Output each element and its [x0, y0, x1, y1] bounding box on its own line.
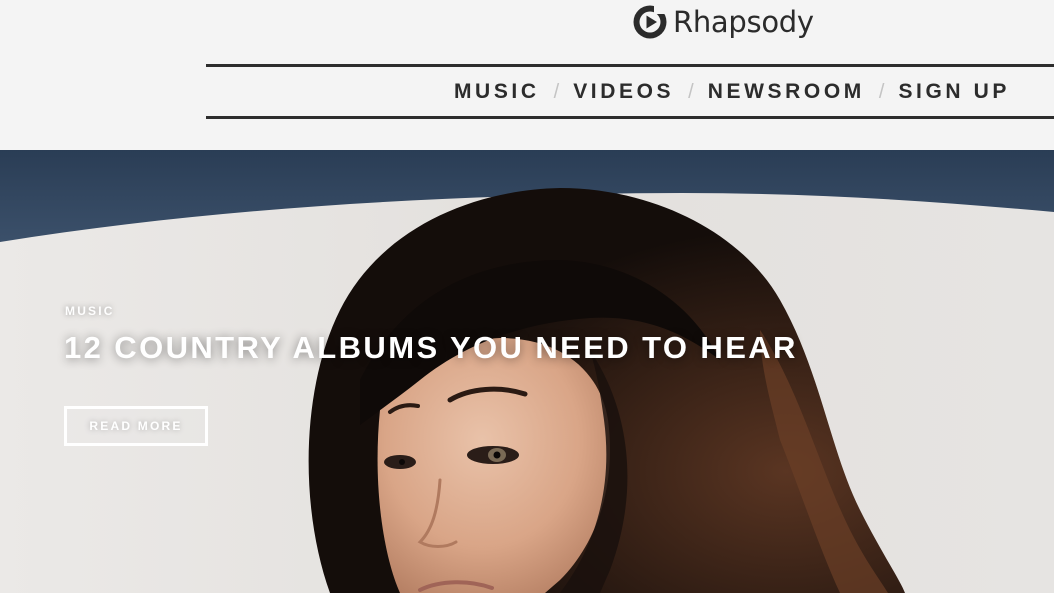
nav-bottom-rule [206, 116, 1054, 119]
article-headline[interactable]: 12 COUNTRY ALBUMS YOU NEED TO HEAR [64, 330, 798, 366]
nav-separator: / [688, 80, 694, 103]
article-category[interactable]: MUSIC [65, 304, 115, 318]
nav-item-music[interactable]: MUSIC [454, 80, 540, 104]
brand-logo[interactable]: Rhapsody [632, 2, 814, 42]
read-more-button[interactable]: READ MORE [64, 406, 208, 446]
nav-item-newsroom[interactable]: NEWSROOM [708, 80, 865, 104]
main-nav: MUSIC / VIDEOS / NEWSROOM / SIGN UP [454, 76, 1010, 108]
hero-content: MUSIC 12 COUNTRY ALBUMS YOU NEED TO HEAR… [0, 150, 1054, 593]
hero-banner[interactable]: MUSIC 12 COUNTRY ALBUMS YOU NEED TO HEAR… [0, 150, 1054, 593]
nav-top-rule [206, 64, 1054, 67]
nav-item-sign-up[interactable]: SIGN UP [898, 80, 1010, 104]
nav-separator: / [878, 80, 885, 103]
rhapsody-play-logo-icon [633, 4, 668, 39]
site-header: Rhapsody MUSIC / VIDEOS / NEWSROOM / SIG… [0, 0, 1054, 150]
nav-item-videos[interactable]: VIDEOS [573, 80, 674, 104]
nav-separator: / [553, 80, 560, 103]
brand-name: Rhapsody [673, 5, 814, 39]
